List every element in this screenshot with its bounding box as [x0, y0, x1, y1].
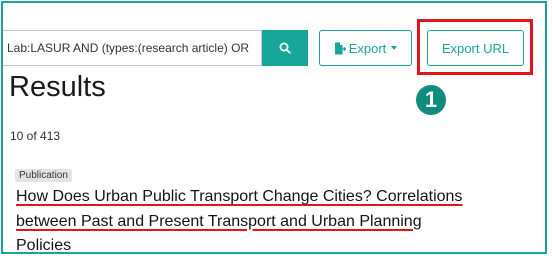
- search-button[interactable]: [262, 30, 308, 66]
- result-title-line: Policies: [16, 237, 72, 254]
- search-input[interactable]: [3, 30, 262, 66]
- results-heading: Results: [9, 71, 106, 103]
- file-export-icon: [334, 42, 346, 54]
- export-label: Export: [348, 40, 387, 56]
- export-dropdown-button[interactable]: Export: [319, 30, 412, 66]
- result-title-link[interactable]: How Does Urban Public Transport Change C…: [16, 185, 496, 254]
- highlight-box: [417, 19, 533, 75]
- result-title-line: between Past and Present Transport and U…: [16, 212, 422, 230]
- results-count: 10 of 413: [10, 129, 61, 143]
- caret-down-icon: [391, 46, 398, 50]
- search-icon: [279, 42, 291, 54]
- publication-type-badge: Publication: [15, 169, 72, 182]
- step-number-badge: 1: [416, 85, 446, 115]
- screenshot-frame: Export Export URL 1 Results 10 of 413 Pu…: [1, 1, 547, 254]
- result-title-line: How Does Urban Public Transport Change C…: [16, 188, 463, 205]
